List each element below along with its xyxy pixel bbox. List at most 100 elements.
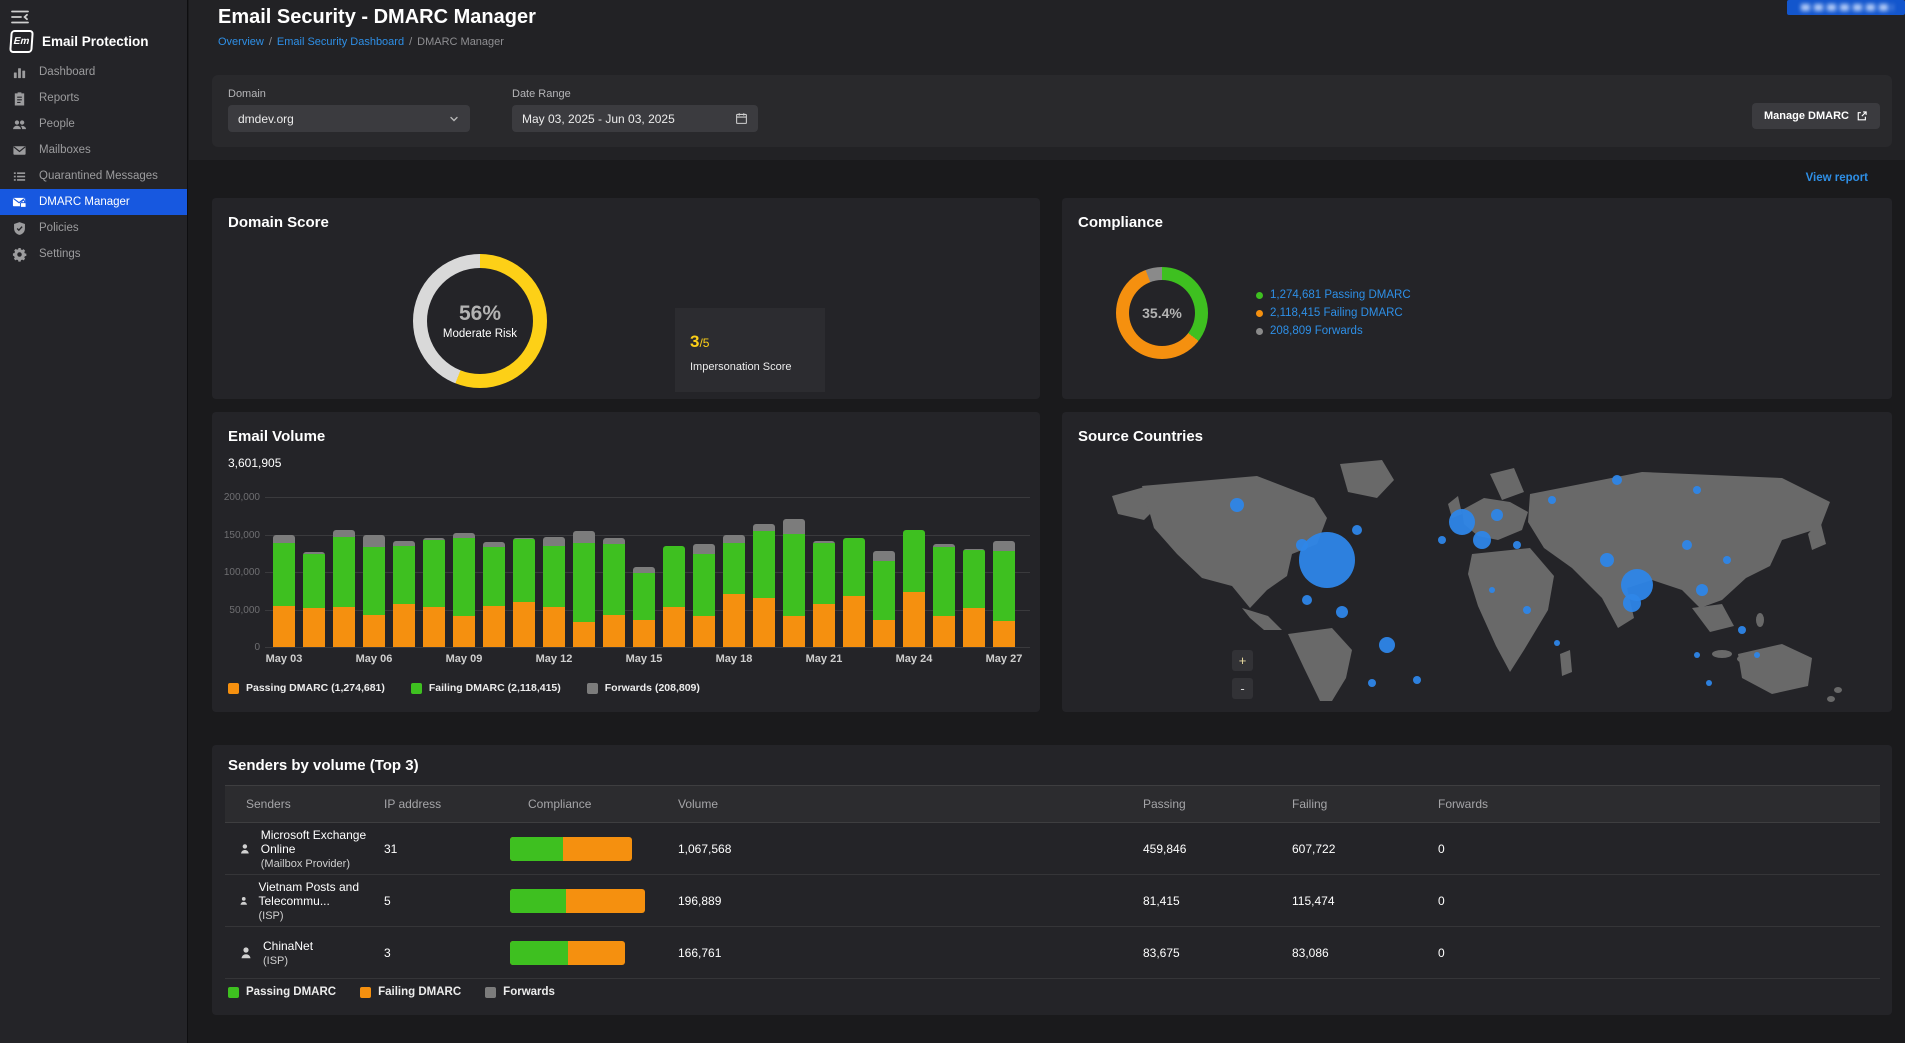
country-volume-bubble (1299, 532, 1355, 588)
table-legend-passing-label: Passing DMARC (246, 986, 336, 998)
manage-dmarc-label: Manage DMARC (1764, 110, 1849, 122)
stacked-bar-may-23 (873, 551, 895, 647)
col-ip-address: IP address (384, 797, 510, 811)
country-volume-bubble (1623, 594, 1641, 612)
policies-icon (12, 221, 27, 236)
sidebar-item-dashboard[interactable]: Dashboard (0, 59, 187, 85)
domain-select-value: dmdev.org (238, 112, 448, 126)
y-axis-tick: 200,000 (212, 492, 260, 503)
volume-legend-failing-label: Failing DMARC (2,118,415) (429, 682, 561, 694)
compliance-legend-failing[interactable]: 2,118,415 Failing DMARC (1256, 304, 1411, 322)
sidebar-item-dmarc-manager[interactable]: DMARC Manager (0, 189, 187, 215)
sidebar-item-label: Dashboard (39, 66, 95, 78)
country-volume-bubble (1438, 536, 1446, 544)
view-report-link[interactable]: View report (1806, 172, 1868, 184)
email-protection-logo-icon: Em (9, 30, 34, 53)
mailboxes-icon (12, 143, 27, 158)
dmarc-manager-icon (12, 195, 27, 210)
compliance-legend-passing[interactable]: 1,274,681 Passing DMARC (1256, 286, 1411, 304)
sender-type: (Mailbox Provider) (261, 858, 384, 870)
volume-legend-passing-label: Passing DMARC (1,274,681) (246, 682, 385, 694)
map-africa (1468, 548, 1554, 672)
volume-legend-forwards-label: Forwards (208,809) (605, 682, 700, 694)
stacked-bar-may-27 (993, 541, 1015, 648)
manage-dmarc-button[interactable]: Manage DMARC (1752, 103, 1880, 129)
stacked-bar-may-04 (303, 552, 325, 647)
sidebar-item-label: DMARC Manager (39, 196, 130, 208)
domain-select[interactable]: dmdev.org (228, 105, 470, 132)
country-volume-bubble (1694, 652, 1700, 658)
stacked-bar-may-21 (813, 541, 835, 647)
sidebar-item-policies[interactable]: Policies (0, 215, 187, 241)
compliance-legend-forwards[interactable]: 208,809 Forwards (1256, 322, 1411, 340)
sender-row[interactable]: Microsoft Exchange Online (Mailbox Provi… (225, 823, 1880, 875)
people-icon (12, 117, 27, 132)
stacked-bar-may-08 (423, 538, 445, 648)
map-zoom-out-button[interactable]: - (1232, 678, 1253, 699)
breadcrumb-email-security-dashboard[interactable]: Email Security Dashboard (277, 36, 404, 48)
stacked-bar-may-24 (903, 530, 925, 647)
stacked-bar-may-25 (933, 544, 955, 647)
world-map[interactable] (1082, 458, 1872, 704)
collapse-menu-icon[interactable] (10, 8, 30, 26)
forwards-dot-icon (1256, 328, 1263, 335)
map-zoom-in-button[interactable]: + (1232, 650, 1253, 671)
person-icon (238, 945, 254, 961)
y-axis-tick: 0 (212, 642, 260, 653)
x-axis-tick: May 24 (884, 653, 944, 665)
app-logo-row: Em Email Protection (10, 30, 149, 53)
country-volume-bubble (1513, 541, 1521, 549)
sidebar-item-mailboxes[interactable]: Mailboxes (0, 137, 187, 163)
country-volume-bubble (1413, 676, 1421, 684)
sidebar-item-quarantined-messages[interactable]: Quarantined Messages (0, 163, 187, 189)
failing-square-icon (360, 987, 371, 998)
table-legend-forwards-label: Forwards (503, 986, 555, 998)
col-failing: Failing (1292, 797, 1438, 811)
sidebar-item-label: Policies (39, 222, 79, 234)
email-volume-title: Email Volume (228, 428, 325, 445)
sender-row[interactable]: Vietnam Posts and Telecommu... (ISP) 5 1… (225, 875, 1880, 927)
sender-row[interactable]: ChinaNet (ISP) 3 166,761 83,675 83,086 0 (225, 927, 1880, 979)
sidebar: Em Email Protection Dashboard Reports Pe… (0, 0, 188, 1043)
sidebar-item-people[interactable]: People (0, 111, 187, 137)
y-axis-tick: 50,000 (212, 605, 260, 616)
domain-score-card: Domain Score 56% Moderate Risk 3/5 Imper… (212, 198, 1040, 399)
chevron-down-icon (448, 113, 460, 125)
domain-score-percent: 56% (459, 302, 501, 326)
email-volume-card: Email Volume 3,601,905 200,000150,000100… (212, 412, 1040, 712)
sidebar-item-label: Reports (39, 92, 79, 104)
dashboard-icon (12, 65, 27, 80)
col-forwards: Forwards (1438, 797, 1880, 811)
y-axis-tick: 100,000 (212, 567, 260, 578)
sidebar-item-reports[interactable]: Reports (0, 85, 187, 111)
dmarc-manager-page: Em Email Protection Dashboard Reports Pe… (0, 0, 1905, 1043)
stacked-bar-may-06 (363, 535, 385, 647)
stacked-bar-may-10 (483, 542, 505, 647)
country-volume-bubble (1489, 587, 1495, 593)
sender-ip: 5 (384, 894, 510, 908)
country-volume-bubble (1612, 475, 1622, 485)
email-volume-chart: 200,000150,000100,00050,0000 May 03May 0… (212, 497, 1040, 712)
map-asia (1528, 472, 1830, 628)
compliance-title: Compliance (1078, 214, 1163, 231)
col-passing: Passing (1143, 797, 1292, 811)
volume-legend-failing: Failing DMARC (2,118,415) (411, 682, 561, 694)
table-legend-failing: Failing DMARC (360, 986, 461, 998)
col-compliance: Compliance (510, 797, 678, 811)
date-range-input[interactable]: May 03, 2025 - Jun 03, 2025 (512, 105, 758, 132)
breadcrumb-overview[interactable]: Overview (218, 36, 264, 48)
table-legend-failing-label: Failing DMARC (378, 986, 461, 998)
sidebar-item-settings[interactable]: Settings (0, 241, 187, 267)
map-australia (1738, 644, 1812, 694)
breadcrumb-separator: / (409, 36, 412, 48)
sender-name: ChinaNet (263, 939, 313, 953)
account-badge[interactable] (1787, 0, 1905, 15)
map-se-asia (1692, 604, 1734, 632)
domain-label: Domain (228, 88, 266, 100)
failing-square-icon (411, 683, 422, 694)
compliance-donut: 35.4% (1116, 267, 1208, 359)
stacked-bar-may-09 (453, 533, 475, 647)
col-senders: Senders (246, 797, 384, 811)
sender-forwards: 0 (1438, 842, 1880, 856)
senders-legend: Passing DMARC Failing DMARC Forwards (228, 986, 555, 998)
